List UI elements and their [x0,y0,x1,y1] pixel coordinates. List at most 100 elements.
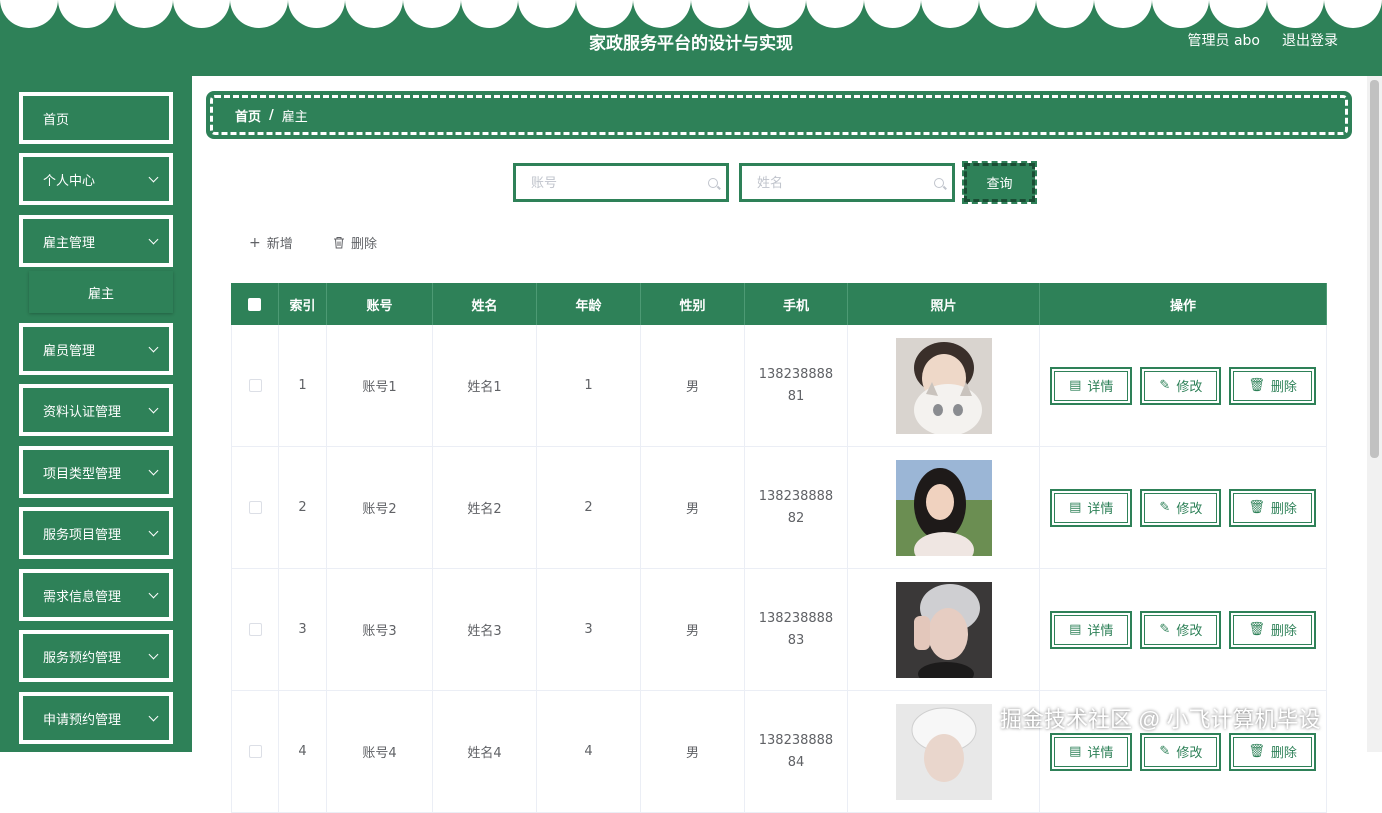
search-icon [934,177,944,188]
document-icon: ▤ [1069,622,1082,637]
cell-phone: 13823888881 [758,366,834,404]
site-title: 家政服务平台的设计与实现 [589,34,793,54]
sidebar-item-service-project-management[interactable]: 服务项目管理 [19,507,173,559]
delete-label: 删除 [1270,380,1297,395]
pencil-icon: ✎ [1159,500,1171,515]
cell-name: 姓名1 [433,325,537,446]
sidebar-item-service-booking-management[interactable]: 服务预约管理 [19,630,173,682]
sidebar-item-label: 申请预约管理 [43,712,122,728]
sidebar-item-personal-center[interactable]: 个人中心 [19,153,173,205]
table-row: 3 账号3 姓名3 3 男 13823888883 ▤ 详情 ✎ 修改 🗑 删除 [231,569,1327,691]
pencil-icon: ✎ [1159,378,1171,393]
cell-index: 2 [279,447,327,568]
breadcrumb-home[interactable]: 首页 [235,106,261,125]
account-search-input[interactable] [531,175,681,190]
sidebar-item-label: 雇员管理 [43,343,96,359]
chevron-down-icon [148,342,159,352]
col-index: 索引 [279,283,327,325]
trash-icon: 🗑 [1248,622,1265,637]
add-label: 新增 [266,237,293,252]
edit-label: 修改 [1176,380,1203,395]
trash-icon: 🗑 [1248,500,1265,515]
sidebar-subitem-employer[interactable]: 雇主 [29,271,173,313]
current-user: 管理员 abo [1187,33,1260,49]
sidebar-item-employer-management[interactable]: 雇主管理 [19,215,173,267]
delete-button[interactable]: 🗑 删除 [1229,366,1316,405]
watermark: 掘金技术社区 @ 小飞计算机毕设 [1000,707,1321,732]
cell-age: 2 [537,447,641,568]
add-button[interactable]: + 新增 [249,233,293,253]
chevron-down-icon [148,711,159,721]
sidebar: 首页 个人中心 雇主管理 雇主 雇员管理 资料认证管理 项目类型管理 服务项目管… [0,76,192,752]
breadcrumb: 首页 / 雇主 [206,91,1352,139]
detail-button[interactable]: ▤ 详情 [1050,610,1133,649]
cell-sex: 男 [641,447,745,568]
col-sex: 性别 [641,283,745,325]
row-checkbox[interactable] [248,501,262,514]
delete-label: 删除 [1270,502,1297,517]
edit-label: 修改 [1176,624,1203,639]
edit-label: 修改 [1176,502,1203,517]
cell-account: 账号1 [327,325,433,446]
table-row: 1 账号1 姓名1 1 男 13823888881 ▤ 详情 ✎ 修改 🗑 删除 [231,325,1327,447]
sidebar-item-demand-info-management[interactable]: 需求信息管理 [19,569,173,621]
logout-link[interactable]: 退出登录 [1282,30,1338,50]
account-search-field [513,163,729,202]
cell-phone: 13823888883 [758,610,834,648]
col-account: 账号 [327,283,433,325]
cell-age: 3 [537,569,641,690]
col-age: 年龄 [537,283,641,325]
delete-button[interactable]: 🗑 删除 [1229,610,1316,649]
cell-name: 姓名3 [433,569,537,690]
photo-image [895,581,992,678]
chevron-down-icon [148,403,159,413]
delete-label: 删除 [351,237,378,252]
cell-account: 账号2 [327,447,433,568]
vertical-scrollbar[interactable] [1367,76,1382,752]
photo-image [895,337,992,434]
chevron-down-icon [148,649,159,659]
col-phone: 手机 [745,283,848,325]
name-search-field [739,163,955,202]
pencil-icon: ✎ [1159,622,1171,637]
edit-button[interactable]: ✎ 修改 [1140,610,1222,649]
select-all-checkbox[interactable] [248,297,261,311]
col-operations: 操作 [1040,283,1327,325]
scrollbar-thumb[interactable] [1370,80,1379,458]
delete-button[interactable]: 🗑 删除 [1229,488,1316,527]
col-name: 姓名 [433,283,537,325]
sidebar-item-label: 首页 [43,112,70,128]
sidebar-item-label: 服务项目管理 [43,527,122,543]
table-row: 2 账号2 姓名2 2 男 13823888882 ▤ 详情 ✎ 修改 🗑 删除 [231,447,1327,569]
detail-button[interactable]: ▤ 详情 [1050,366,1133,405]
detail-label: 详情 [1087,502,1114,517]
sidebar-item-label: 资料认证管理 [43,404,122,420]
row-checkbox[interactable] [248,379,262,392]
sidebar-item-home[interactable]: 首页 [19,92,173,144]
search-icon [708,177,718,188]
photo-image [895,459,992,556]
edit-button[interactable]: ✎ 修改 [1140,488,1222,527]
chevron-down-icon [148,526,159,536]
sidebar-item-certification-management[interactable]: 资料认证管理 [19,384,173,436]
detail-button[interactable]: ▤ 详情 [1050,488,1133,527]
table-header: 索引 账号 姓名 年龄 性别 手机 照片 操作 [231,283,1327,325]
breadcrumb-separator: / [269,107,274,123]
breadcrumb-current: 雇主 [281,109,308,125]
name-search-input[interactable] [757,175,907,190]
edit-button[interactable]: ✎ 修改 [1140,366,1222,405]
chevron-down-icon [148,588,159,598]
main-content: 首页 / 雇主 查询 + 新增 删除 索引 账号 姓名 年龄 性别 手 [192,76,1367,813]
sidebar-item-employee-management[interactable]: 雇员管理 [19,323,173,375]
cell-account: 账号3 [327,569,433,690]
sidebar-item-label: 服务预约管理 [43,650,122,666]
query-button[interactable]: 查询 [962,161,1037,204]
sidebar-item-application-booking-management[interactable]: 申请预约管理 [19,692,173,744]
sidebar-item-label: 需求信息管理 [43,589,122,605]
batch-delete-button[interactable]: 删除 [333,233,377,252]
row-checkbox[interactable] [248,623,262,636]
sidebar-item-project-type-management[interactable]: 项目类型管理 [19,446,173,498]
delete-label: 删除 [1270,624,1297,639]
chevron-down-icon [148,465,159,475]
cell-index: 3 [279,569,327,690]
